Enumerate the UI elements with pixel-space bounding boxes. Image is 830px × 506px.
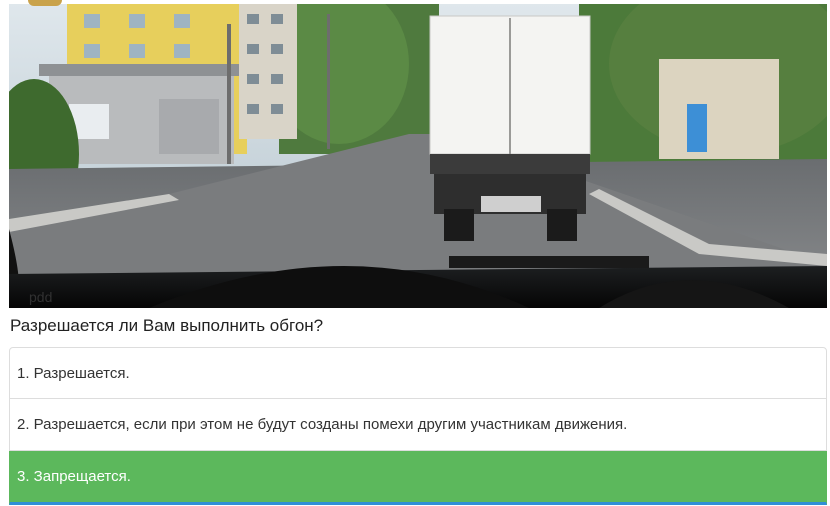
answer-option-label: 2. Разрешается, если при этом не будут с…	[17, 416, 628, 433]
answer-option-2[interactable]: 2. Разрешается, если при этом не будут с…	[9, 399, 827, 451]
header-badge	[28, 0, 62, 6]
watermark-text: pdd	[29, 289, 52, 305]
road-scene-illustration: pdd	[9, 4, 827, 308]
answer-option-label: 3. Запрещается.	[17, 468, 131, 485]
answer-option-label: 1. Разрешается.	[17, 364, 130, 382]
question-text: Разрешается ли Вам выполнить обгон?	[10, 316, 324, 335]
answer-list: 1. Разрешается. 2. Разрешается, если при…	[9, 347, 827, 505]
answer-option-1[interactable]: 1. Разрешается.	[9, 347, 827, 399]
answer-option-3[interactable]: 3. Запрещается.	[9, 451, 827, 505]
question-image: pdd	[9, 4, 827, 308]
